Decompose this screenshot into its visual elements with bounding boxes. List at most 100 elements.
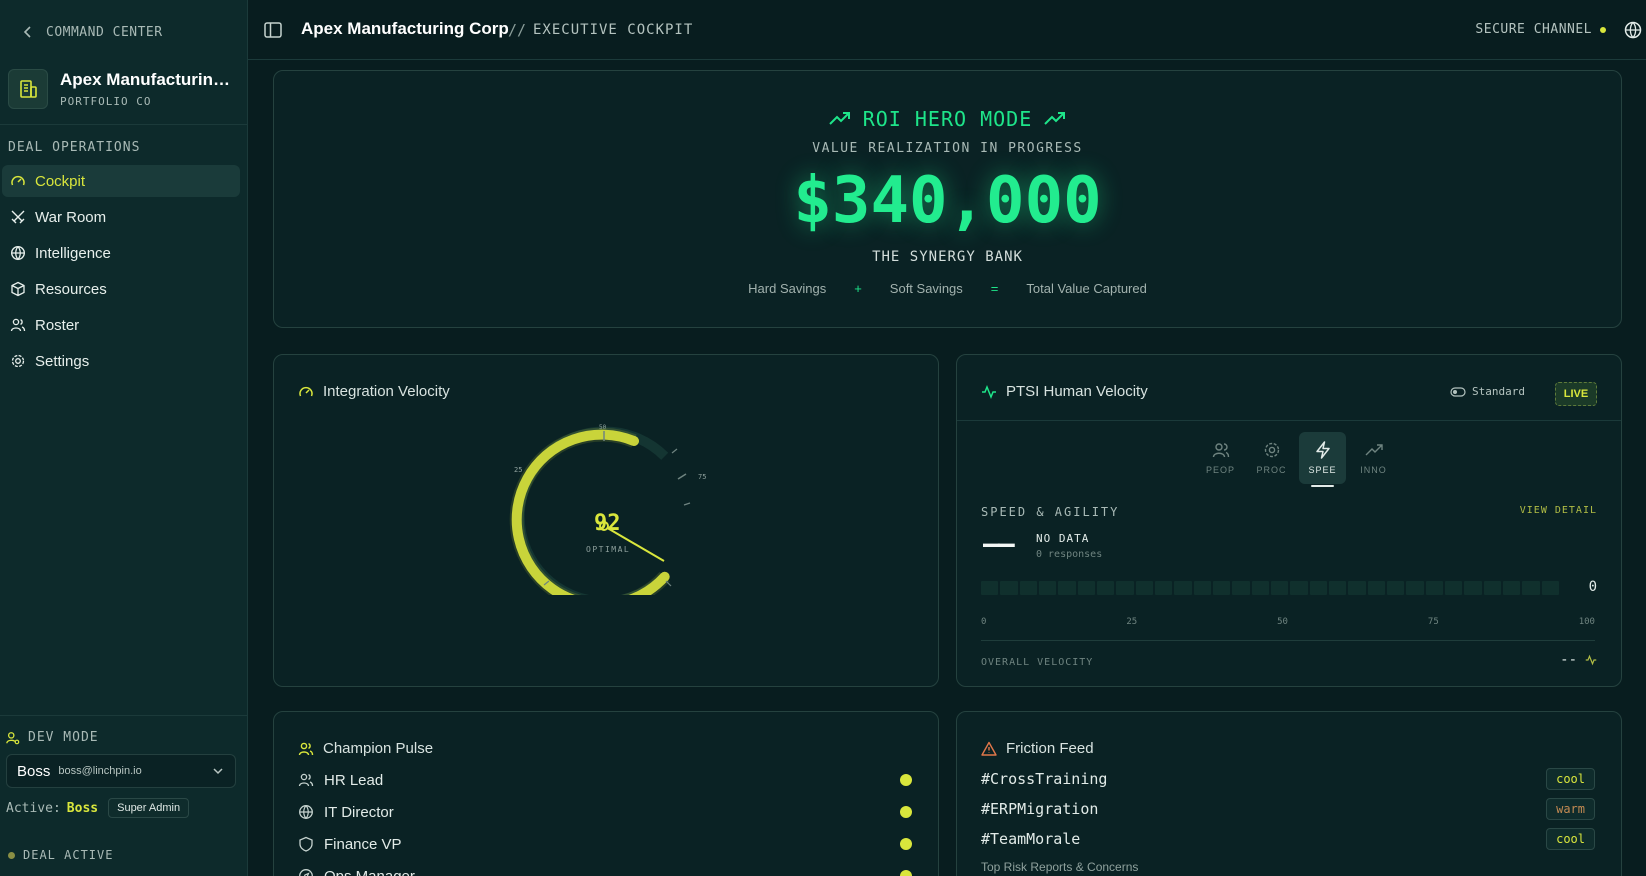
view-detail-link[interactable]: VIEW DETAIL xyxy=(1520,505,1597,516)
axis-tick-label: 25 xyxy=(1126,617,1138,627)
section-title: SPEED & AGILITY xyxy=(981,505,1120,519)
bar-segment xyxy=(1483,581,1501,595)
sidebar-item-cockpit[interactable]: Cockpit xyxy=(2,165,240,197)
activity-icon xyxy=(1585,654,1597,666)
sidebar-divider xyxy=(0,715,248,716)
company-switcher[interactable]: Apex Manufacturing ... PORTFOLIO CO xyxy=(8,66,240,112)
hero-subtitle: VALUE REALIZATION IN PROGRESS xyxy=(812,141,1083,156)
tab-innovation[interactable]: INNO xyxy=(1350,432,1397,484)
tab-label: PEOP xyxy=(1205,465,1235,475)
bar-axis: 0 25 50 75 100 xyxy=(981,617,1595,627)
list-item[interactable]: HR Lead xyxy=(298,764,912,796)
gauge-tick xyxy=(677,473,687,480)
gauge-icon xyxy=(11,175,25,186)
friction-list: #CrossTraining cool #ERPMigration warm #… xyxy=(981,764,1595,854)
tab-speed[interactable]: SPEE xyxy=(1299,432,1346,487)
hero-value: $340,000 xyxy=(793,164,1102,238)
back-to-command-center[interactable]: COMMAND CENTER xyxy=(22,22,163,42)
bar-segment xyxy=(1038,581,1057,595)
sidebar-item-label: Roster xyxy=(35,316,80,334)
section-label: DEAL OPERATIONS xyxy=(8,140,141,155)
gauge-icon xyxy=(299,386,313,396)
friction-feed-card: Friction Feed #CrossTraining cool #ERPMi… xyxy=(956,711,1622,876)
bar-segment xyxy=(1444,581,1463,595)
trend-up-icon xyxy=(829,112,850,125)
deal-status-label: DEAL ACTIVE xyxy=(23,848,114,862)
active-prefix: Active: xyxy=(6,800,61,816)
mode-toggle[interactable]: Standard xyxy=(1450,385,1525,398)
tab-people[interactable]: PEOP xyxy=(1197,432,1244,484)
chevron-down-icon xyxy=(213,768,223,775)
bar-segment xyxy=(1232,581,1250,595)
active-user-row: Active: Boss Super Admin xyxy=(6,798,190,818)
bar-segment xyxy=(1406,581,1424,595)
sidebar-item-war-room[interactable]: War Room xyxy=(2,201,240,233)
divider xyxy=(981,640,1595,641)
globe-icon[interactable] xyxy=(1624,21,1642,39)
sidebar-item-resources[interactable]: Resources xyxy=(2,273,240,305)
bar-segment xyxy=(1154,581,1173,595)
list-item[interactable]: Ops Manager xyxy=(298,860,912,876)
roi-hero-card: ROI HERO MODE VALUE REALIZATION IN PROGR… xyxy=(273,70,1622,328)
gauge-tick-label: 50 xyxy=(599,424,607,431)
tab-process[interactable]: PROC xyxy=(1248,432,1295,484)
bar-segment xyxy=(1058,581,1076,595)
user-select[interactable]: Boss boss@linchpin.io xyxy=(6,754,236,788)
friction-tag: #ERPMigration xyxy=(981,800,1099,818)
card-title: PTSI Human Velocity xyxy=(1006,383,1148,400)
gear-icon xyxy=(1264,442,1279,458)
page-title: Apex Manufacturing Corp xyxy=(301,19,509,38)
responses-count: 0 responses xyxy=(1036,549,1103,560)
champion-label: HR Lead xyxy=(324,771,384,789)
bar-segment xyxy=(1000,581,1018,595)
active-user-name: Boss xyxy=(66,800,99,816)
status-dot xyxy=(8,851,15,859)
gauge-value: 92 xyxy=(594,511,621,536)
status-dot xyxy=(900,774,912,786)
secure-channel-label: SECURE CHANNEL xyxy=(1475,22,1592,37)
list-item[interactable]: Finance VP xyxy=(298,828,912,860)
users-icon xyxy=(1212,443,1229,458)
list-item[interactable]: IT Director xyxy=(298,796,912,828)
velocity-gauge: 25 50 75 xyxy=(494,395,734,595)
package-icon xyxy=(11,281,25,297)
card-title-row: Champion Pulse xyxy=(298,740,433,757)
equation-term: Hard Savings xyxy=(748,281,827,296)
card-title: Integration Velocity xyxy=(323,383,450,400)
tab-label: INNO xyxy=(1360,465,1387,475)
status-dot xyxy=(900,838,912,850)
bar-segment xyxy=(1135,581,1153,595)
mode-label: Standard xyxy=(1472,385,1525,398)
bar-segment xyxy=(1270,581,1289,595)
bar-segment xyxy=(1251,581,1269,595)
friction-tag: #CrossTraining xyxy=(981,770,1108,788)
status-badge: cool xyxy=(1546,828,1595,850)
gauge-status: OPTIMAL xyxy=(586,545,631,554)
champion-label: Ops Manager xyxy=(324,867,415,876)
sidebar-divider xyxy=(0,124,248,125)
champion-label: Finance VP xyxy=(324,835,402,853)
sidebar-item-settings[interactable]: Settings xyxy=(2,345,240,377)
axis-tick-label: 75 xyxy=(1427,617,1439,627)
equation-operator: = xyxy=(990,281,999,296)
status-dot xyxy=(900,806,912,818)
list-item[interactable]: #TeamMorale cool xyxy=(981,824,1595,854)
ptsi-velocity-card: PTSI Human Velocity Standard LIVE PEOP P… xyxy=(956,354,1622,687)
hero-label: THE SYNERGY BANK xyxy=(872,249,1023,265)
sidebar-item-intelligence[interactable]: Intelligence xyxy=(2,237,240,269)
gauge-tick xyxy=(671,448,678,454)
live-badge: LIVE xyxy=(1555,382,1597,406)
bar-segment xyxy=(1309,581,1327,595)
bar-segment xyxy=(1174,581,1192,595)
sidebar-item-roster[interactable]: Roster xyxy=(2,309,240,341)
breadcrumb-section: EXECUTIVE COCKPIT xyxy=(533,22,694,38)
deal-status: DEAL ACTIVE xyxy=(8,848,113,862)
axis-tick-label: 50 xyxy=(1277,617,1288,627)
card-title: Friction Feed xyxy=(1006,740,1094,757)
list-item[interactable]: #CrossTraining cool xyxy=(981,764,1595,794)
tab-label: PROC xyxy=(1256,465,1287,475)
list-item[interactable]: #ERPMigration warm xyxy=(981,794,1595,824)
sidebar-toggle-icon[interactable] xyxy=(264,22,282,38)
hero-title-row: ROI HERO MODE xyxy=(274,107,1621,131)
card-title-row: Integration Velocity xyxy=(298,383,450,400)
